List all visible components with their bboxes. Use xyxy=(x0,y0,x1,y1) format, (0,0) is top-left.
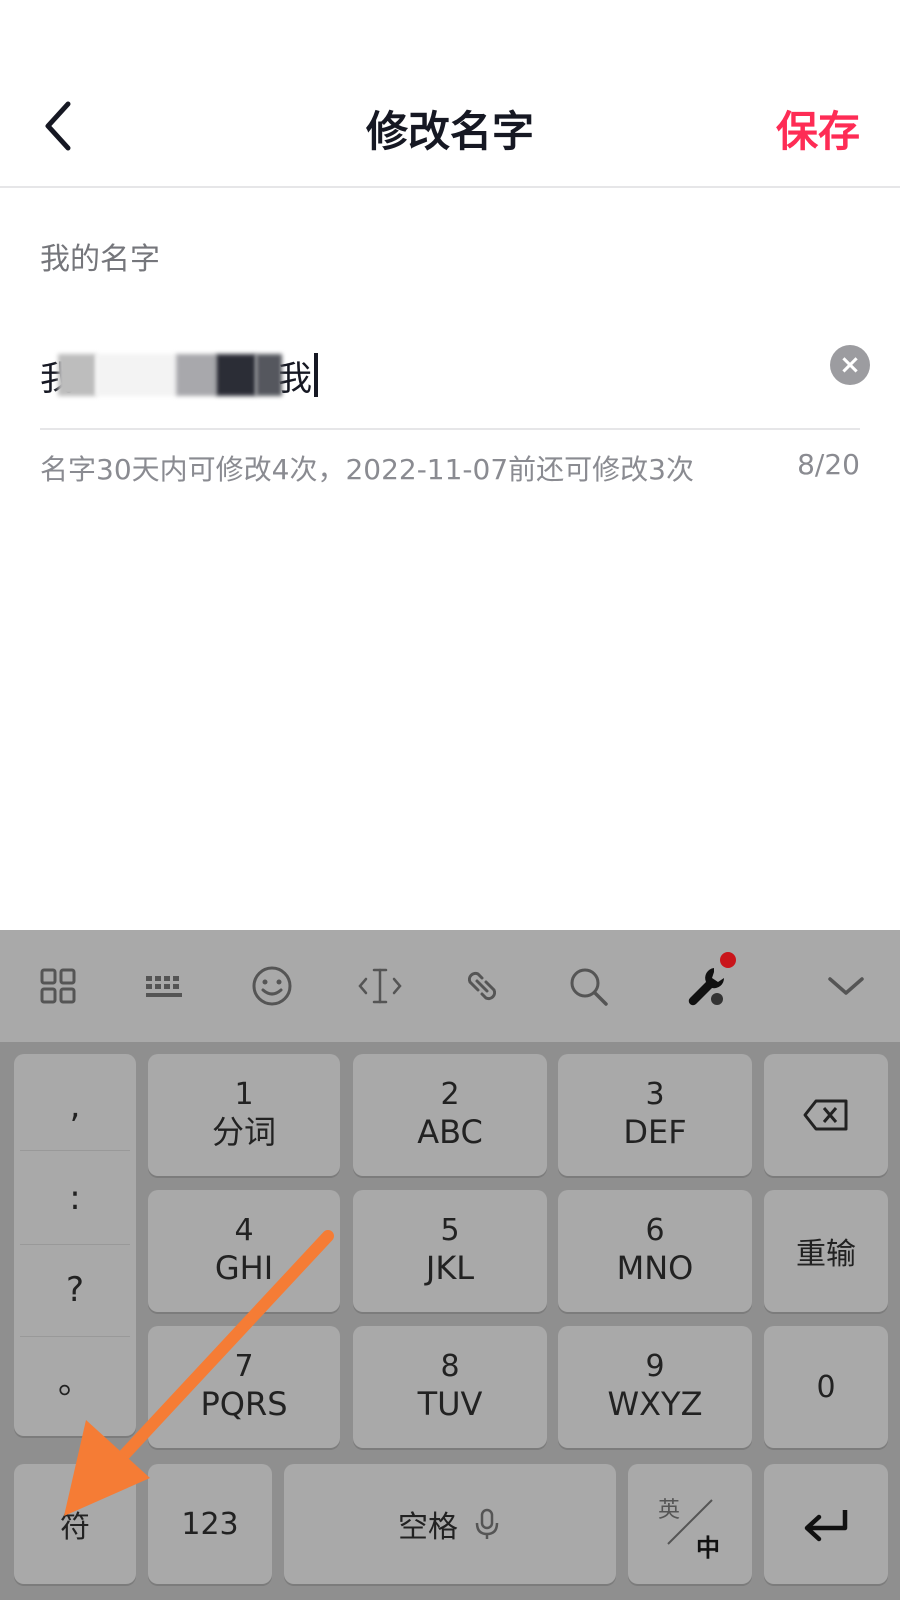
punctuation-list[interactable]: , : ? 。 xyxy=(14,1054,136,1436)
key-number: 9 xyxy=(645,1349,665,1384)
name-last-char: 我 xyxy=(278,358,312,399)
reenter-key[interactable]: 重输 xyxy=(764,1190,888,1312)
divider xyxy=(20,1150,130,1151)
name-field[interactable]: 我 我 × xyxy=(40,330,870,430)
redacted-block xyxy=(256,354,282,396)
redacted-block xyxy=(176,354,216,396)
symbol-key[interactable]: 符 xyxy=(14,1464,136,1584)
collapse-chevron-icon[interactable] xyxy=(820,960,872,1012)
punct-comma[interactable]: , xyxy=(14,1060,136,1152)
edit-limit-hint: 名字30天内可修改4次，2022-11-07前还可修改3次 xyxy=(40,453,694,486)
key-number: 2 xyxy=(440,1077,460,1112)
key-9[interactable]: 9 WXYZ xyxy=(558,1326,752,1448)
key-2[interactable]: 2 ABC xyxy=(353,1054,547,1176)
backspace-key[interactable] xyxy=(764,1054,888,1176)
page-title: 修改名字 xyxy=(365,107,534,156)
backspace-icon xyxy=(803,1099,848,1131)
key-5[interactable]: 5 JKL xyxy=(353,1190,547,1312)
keyboard-icon[interactable] xyxy=(138,960,190,1012)
microphone-icon xyxy=(475,1508,499,1539)
key-label: WXYZ xyxy=(607,1385,703,1423)
redacted-block xyxy=(96,354,176,396)
key-1[interactable]: 1 分词 xyxy=(148,1054,340,1176)
slash-divider xyxy=(667,1499,713,1545)
cursor-move-icon[interactable] xyxy=(354,960,406,1012)
key-label: 123 xyxy=(181,1506,239,1542)
key-3[interactable]: 3 DEF xyxy=(558,1054,752,1176)
key-number: 8 xyxy=(440,1349,460,1384)
key-number: 3 xyxy=(645,1077,665,1112)
soft-keyboard: , : ? 。 1 分词 2 ABC 3 DEF 4 GHI 5 JKL 6 M… xyxy=(0,930,900,1600)
key-number: 5 xyxy=(440,1213,460,1248)
enter-key[interactable] xyxy=(764,1464,888,1584)
key-label: TUV xyxy=(417,1385,483,1423)
key-number: 1 xyxy=(234,1077,254,1112)
name-input[interactable]: 我 我 xyxy=(40,348,318,402)
clear-icon[interactable]: × xyxy=(830,345,870,385)
key-0[interactable]: 0 xyxy=(764,1326,888,1448)
search-icon[interactable] xyxy=(562,960,614,1012)
key-label: 重输 xyxy=(796,1237,856,1272)
punct-period[interactable]: 。 xyxy=(14,1336,136,1428)
enter-icon xyxy=(804,1510,848,1542)
punct-question[interactable]: ? xyxy=(14,1244,136,1336)
key-label: 分词 xyxy=(211,1113,276,1151)
save-button[interactable]: 保存 xyxy=(776,98,860,159)
text-cursor xyxy=(314,353,318,397)
key-label: ABC xyxy=(417,1113,483,1151)
redacted-block xyxy=(58,354,96,396)
key-label: 空格 xyxy=(398,1510,458,1545)
key-number: 4 xyxy=(234,1213,254,1248)
key-7[interactable]: 7 PQRS xyxy=(148,1326,340,1448)
lang-zh-label: 中 xyxy=(696,1534,720,1562)
char-counter: 8/20 xyxy=(797,448,860,481)
tools-icon[interactable] xyxy=(680,952,736,1012)
keyboard-toolbar xyxy=(0,930,900,1042)
emoji-icon[interactable] xyxy=(246,960,298,1012)
key-label: 0 xyxy=(816,1369,836,1405)
key-6[interactable]: 6 MNO xyxy=(558,1190,752,1312)
key-number: 6 xyxy=(645,1213,665,1248)
punct-colon[interactable]: : xyxy=(14,1152,136,1244)
field-label: 我的名字 xyxy=(40,242,160,277)
key-label: PQRS xyxy=(200,1385,288,1423)
key-4[interactable]: 4 GHI xyxy=(148,1190,340,1312)
key-label: 符 xyxy=(60,1510,90,1545)
lang-switch-key[interactable]: 英 中 xyxy=(628,1464,752,1584)
link-icon[interactable] xyxy=(456,960,508,1012)
apps-grid-icon[interactable] xyxy=(32,960,84,1012)
notification-dot xyxy=(720,952,736,968)
key-label: MNO xyxy=(616,1249,694,1287)
space-key[interactable]: 空格 xyxy=(284,1464,616,1584)
key-label: DEF xyxy=(623,1113,687,1151)
key-8[interactable]: 8 TUV xyxy=(353,1326,547,1448)
key-label: JKL xyxy=(425,1249,475,1287)
key-number: 7 xyxy=(234,1349,254,1384)
key-label: GHI xyxy=(214,1249,274,1287)
redacted-block xyxy=(216,354,256,396)
numeric-key[interactable]: 123 xyxy=(148,1464,272,1584)
top-bar: 修改名字 保存 xyxy=(0,0,900,188)
